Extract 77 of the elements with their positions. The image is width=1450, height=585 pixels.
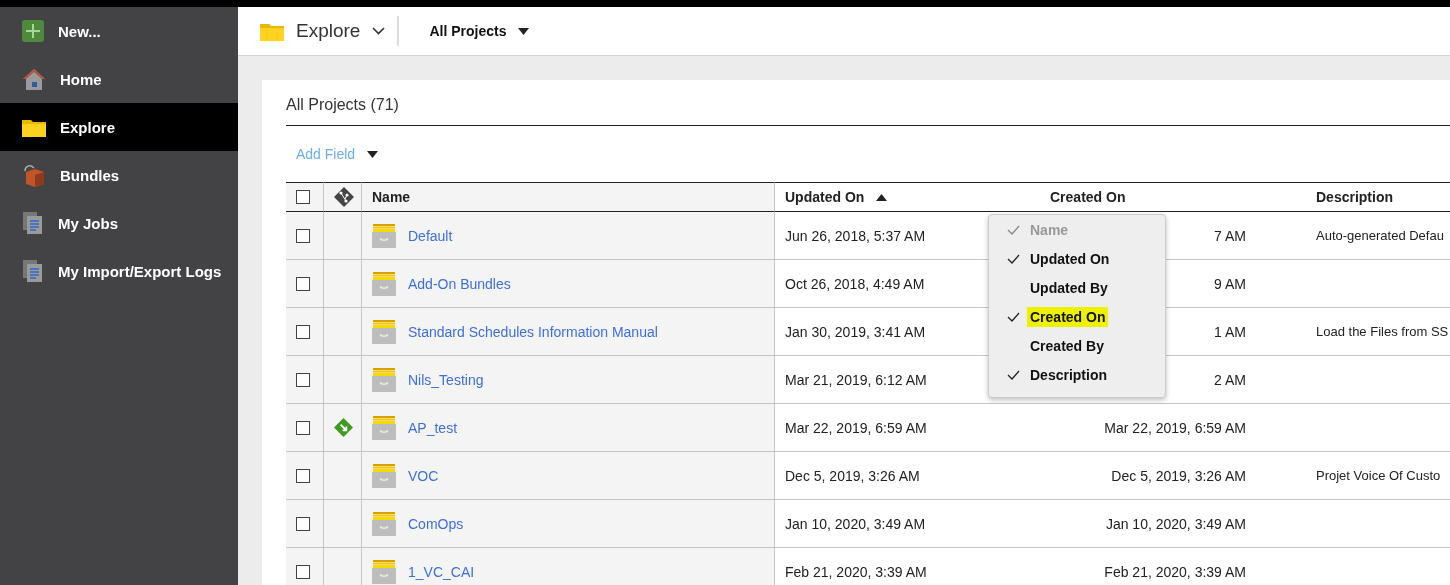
table-cell: Jan 30, 2019, 3:41 AM bbox=[785, 323, 926, 340]
project-scope-dropdown[interactable]: All Projects bbox=[423, 22, 536, 40]
table-cell: 1 AM bbox=[1214, 323, 1246, 340]
table-cell: Auto-generated Defau bbox=[1316, 228, 1444, 243]
checkbox[interactable] bbox=[296, 228, 310, 243]
project-icon bbox=[372, 415, 396, 440]
menu-item[interactable]: Updated By bbox=[989, 273, 1165, 302]
checkbox[interactable] bbox=[296, 420, 310, 435]
documents-icon bbox=[22, 259, 44, 283]
checkmark-icon bbox=[1007, 224, 1020, 235]
card-title: All Projects (71) bbox=[286, 96, 399, 114]
table-cell: Dec 5, 2019, 3:26 AM bbox=[1111, 467, 1246, 484]
checkbox[interactable] bbox=[296, 190, 310, 204]
project-icon bbox=[372, 319, 396, 344]
project-icon bbox=[372, 223, 396, 248]
menu-item[interactable]: Created On bbox=[989, 302, 1165, 331]
project-link[interactable]: Nils_Testing bbox=[408, 371, 484, 388]
project-link[interactable]: Add-On Bundles bbox=[408, 275, 511, 292]
checkmark-icon bbox=[1007, 369, 1020, 380]
box-icon bbox=[22, 163, 46, 187]
caret-icon[interactable] bbox=[367, 150, 379, 158]
menu-item[interactable]: Created By bbox=[989, 331, 1165, 360]
table-cell: Dec 5, 2019, 3:26 AM bbox=[785, 467, 920, 484]
project-link[interactable]: ComOps bbox=[408, 515, 464, 532]
sidebar-item[interactable]: My Jobs bbox=[0, 199, 238, 247]
table-cell: Jun 26, 2018, 5:37 AM bbox=[785, 227, 926, 244]
table-cell: Feb 21, 2020, 3:39 AM bbox=[785, 563, 927, 580]
sort-ascending-icon[interactable] bbox=[876, 193, 888, 201]
branch-icon bbox=[334, 187, 354, 207]
checkbox[interactable] bbox=[296, 468, 310, 483]
sidebar-item[interactable]: My Import/Export Logs bbox=[0, 247, 238, 295]
table-cell: Mar 21, 2019, 6:12 AM bbox=[785, 371, 927, 388]
project-icon bbox=[372, 367, 396, 392]
project-icon bbox=[372, 463, 396, 488]
table-cell: Jan 10, 2020, 3:49 AM bbox=[785, 515, 926, 532]
menu-item[interactable]: Updated On bbox=[989, 244, 1165, 273]
project-link[interactable]: 1_VC_CAI bbox=[408, 563, 475, 580]
caret-icon bbox=[518, 27, 530, 35]
table-cell: 9 AM bbox=[1214, 275, 1246, 292]
plus-icon bbox=[22, 20, 44, 42]
table-cell: Jan 10, 2020, 3:49 AM bbox=[1105, 515, 1246, 532]
table-cell: Mar 22, 2019, 6:59 AM bbox=[1104, 419, 1246, 436]
checked-out-icon bbox=[334, 418, 353, 437]
documents-icon bbox=[22, 211, 44, 235]
column-header[interactable]: Updated On bbox=[785, 189, 865, 205]
view-dropdown[interactable]: Explore bbox=[260, 20, 398, 42]
checkbox[interactable] bbox=[296, 564, 310, 579]
sidebar-item[interactable]: Explore bbox=[0, 103, 238, 151]
project-icon bbox=[372, 511, 396, 536]
checkmark-icon bbox=[1007, 253, 1020, 264]
table-cell: 2 AM bbox=[1214, 371, 1246, 388]
project-link[interactable]: VOC bbox=[408, 467, 439, 484]
checkmark-icon bbox=[1007, 311, 1020, 322]
sidebar-item[interactable]: Bundles bbox=[0, 151, 238, 199]
table-cell: Projet Voice Of Custo bbox=[1316, 468, 1441, 483]
folder-icon bbox=[22, 117, 46, 137]
checkbox[interactable] bbox=[296, 372, 310, 387]
folder-icon bbox=[260, 21, 284, 41]
sidebar-item[interactable]: New... bbox=[0, 7, 238, 55]
project-link[interactable]: AP_test bbox=[408, 419, 458, 436]
table-cell: Mar 22, 2019, 6:59 AM bbox=[785, 419, 927, 436]
table-cell: Feb 21, 2020, 3:39 AM bbox=[1104, 563, 1246, 580]
column-header[interactable]: Description bbox=[1316, 189, 1393, 205]
checkbox[interactable] bbox=[296, 516, 310, 531]
checkbox[interactable] bbox=[296, 276, 310, 291]
table-cell: 7 AM bbox=[1214, 227, 1246, 244]
column-header[interactable]: Name bbox=[372, 189, 411, 205]
table-cell: Oct 26, 2018, 4:49 AM bbox=[785, 275, 925, 292]
project-icon bbox=[372, 271, 396, 296]
home-icon bbox=[22, 68, 46, 90]
menu-item[interactable]: Description bbox=[989, 360, 1165, 389]
column-header[interactable]: Created On bbox=[1050, 189, 1126, 205]
checkbox[interactable] bbox=[296, 324, 310, 339]
chevron-icon bbox=[372, 27, 386, 35]
table-cell: Load the Files from SS bbox=[1316, 324, 1449, 339]
project-link[interactable]: Default bbox=[408, 227, 453, 244]
sidebar-item[interactable]: Home bbox=[0, 55, 238, 103]
